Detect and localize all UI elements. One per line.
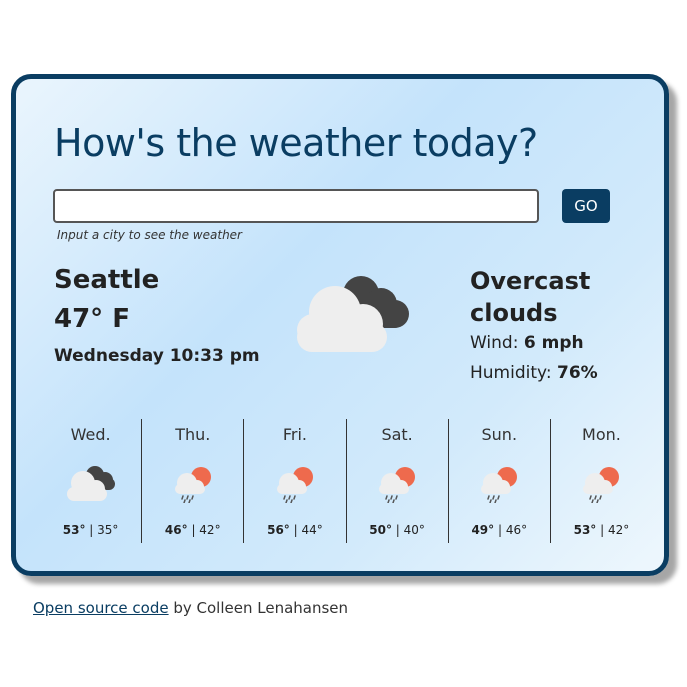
forecast-day: Thu. 46° | 42° [141,419,243,543]
current-temperature: 47° F [54,304,130,334]
forecast-row: Wed. 53° | 35° Thu. 46° | 42° Fri. 56° |… [40,419,652,543]
forecast-day-name: Mon. [582,425,621,444]
city-search-input[interactable] [53,189,539,223]
sun-rain-icon [174,467,211,503]
forecast-high: 53° [62,523,86,537]
forecast-day: Fri. 56° | 44° [243,419,345,543]
forecast-day-name: Thu. [175,425,211,444]
forecast-day-name: Sun. [481,425,518,444]
forecast-day: Sun. 49° | 46° [447,419,550,543]
forecast-high: 50° [369,523,392,537]
humidity-info: Humidity: 76% [470,363,598,383]
forecast-day: Mon. 53° | 42° [549,419,652,543]
page-title: How's the weather today? [54,121,538,165]
forecast-low: 40° [403,523,425,537]
forecast-high: 49° [471,523,495,537]
forecast-temps: 56° | 44° [267,523,323,537]
forecast-low: 42° [199,523,221,537]
sun-rain-icon [583,467,620,503]
overcast-clouds-icon [66,466,115,501]
sun-rain-icon [379,467,416,503]
forecast-low: 44° [301,523,323,537]
forecast-temps: 46° | 42° [164,523,221,537]
sun-rain-icon [276,467,313,503]
forecast-temps: 53° | 42° [573,523,630,537]
sun-rain-icon [481,467,518,503]
forecast-high: 46° [164,523,188,537]
forecast-day: Sat. 50° | 40° [345,419,448,543]
forecast-low: 35° [97,523,119,537]
wind-label: Wind: [470,333,519,353]
forecast-day: Wed. 53° | 35° [40,419,141,543]
forecast-day-name: Sat. [381,425,413,444]
forecast-high: 56° [267,523,290,537]
humidity-label: Humidity: [470,363,552,383]
weather-card: How's the weather today? GO Input a city… [11,74,669,576]
forecast-low: 42° [607,523,630,537]
overcast-clouds-icon [297,276,409,352]
humidity-value: 76% [556,363,598,383]
city-name: Seattle [54,265,160,295]
footer-byline: by Colleen Lenahansen [168,599,349,617]
forecast-low: 46° [505,523,528,537]
wind-value: 6 mph [523,333,584,353]
current-datetime: Wednesday 10:33 pm [54,346,260,366]
search-hint: Input a city to see the weather [57,228,242,242]
source-code-link[interactable]: Open source code [33,599,169,617]
forecast-temps: 50° | 40° [369,523,425,537]
forecast-day-name: Wed. [70,425,111,444]
go-button[interactable]: GO [562,189,610,223]
forecast-temps: 53° | 35° [62,523,119,537]
forecast-temps: 49° | 46° [471,523,528,537]
footer: Open source code by Colleen Lenahansen [33,599,348,617]
wind-info: Wind: 6 mph [470,333,584,353]
weather-description: Overcast clouds [470,267,591,327]
forecast-high: 53° [573,523,597,537]
forecast-day-name: Fri. [282,425,307,444]
